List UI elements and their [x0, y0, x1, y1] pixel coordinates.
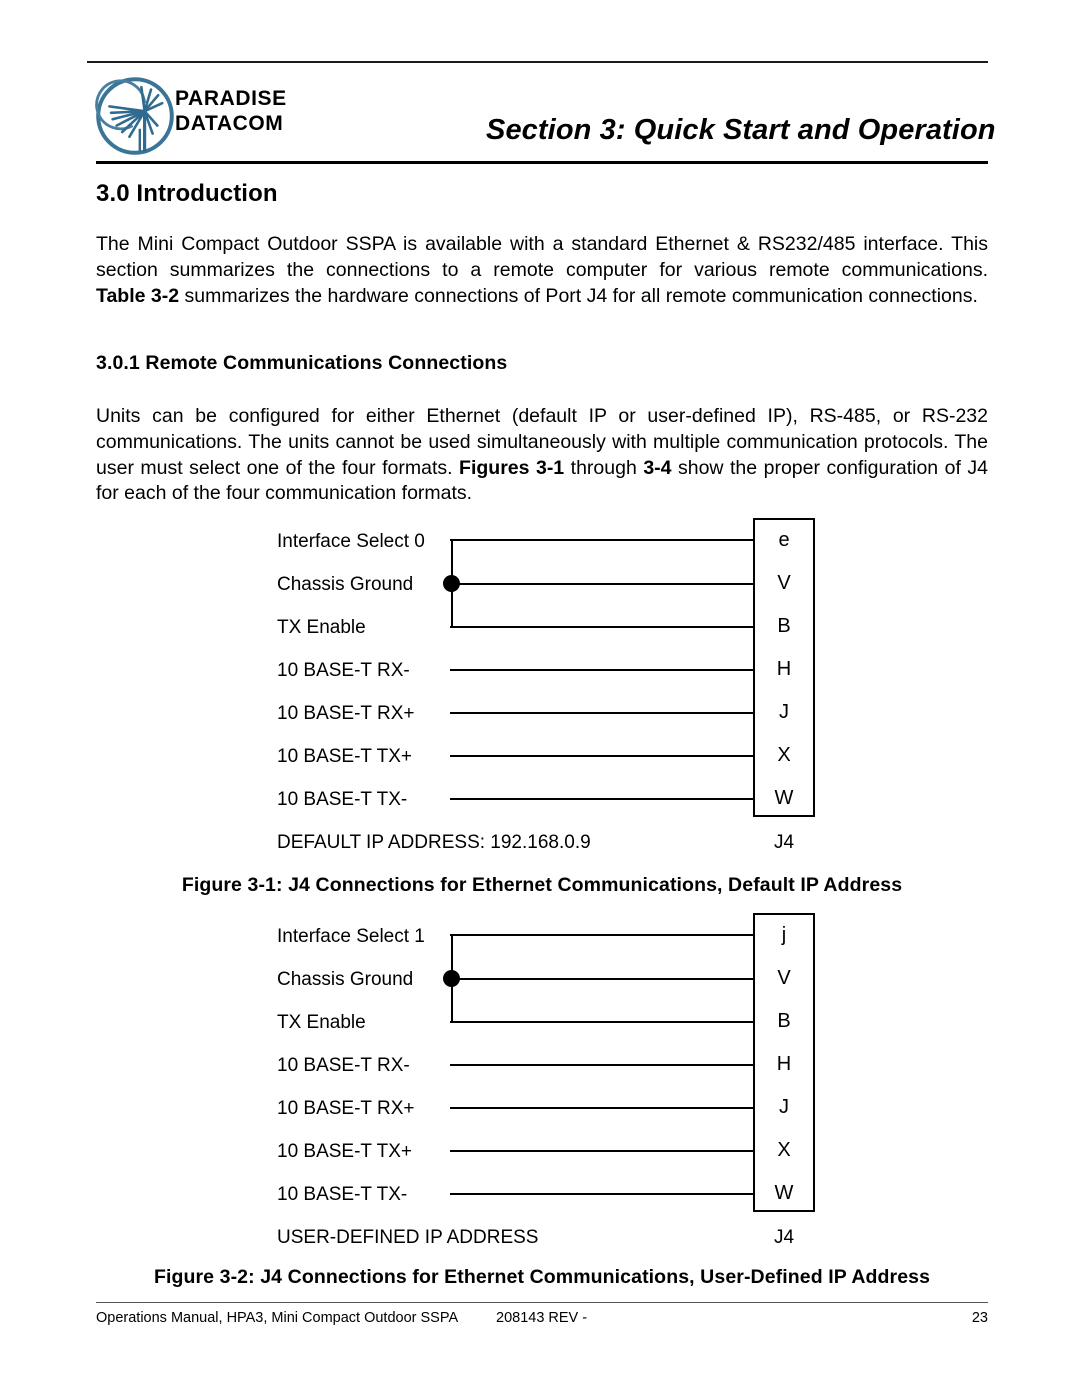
wire-pin-e	[450, 539, 755, 541]
paragraph-remote-communications: Units can be configured for either Ether…	[96, 404, 988, 507]
pin-label-3: H	[776, 1053, 792, 1075]
wire-label-0: Interface Select 1	[277, 926, 425, 947]
logo-wordmark: PARADISE DATACOM	[175, 86, 325, 136]
footer-manual-title: Operations Manual, HPA3, Mini Compact Ou…	[96, 1310, 459, 1326]
paragraph-2-bold-figure-ref-2: 3-4	[643, 456, 672, 479]
paragraph-introduction: The Mini Compact Outdoor SSPA is availab…	[96, 232, 988, 309]
user-defined-ip-address-note: USER-DEFINED IP ADDRESS	[277, 1227, 539, 1248]
wire-pin-x	[450, 1150, 755, 1152]
figure-3-1: Interface Select 0 Chassis Ground TX Ena…	[0, 518, 1080, 896]
paragraph-1-bold-table-ref: Table 3-2	[96, 284, 180, 307]
pin-label-2: B	[777, 615, 791, 637]
wire-label-2: TX Enable	[277, 617, 366, 638]
pin-label-6: W	[774, 787, 794, 809]
pin-label-4: J	[779, 701, 789, 723]
connector-name-j4: J4	[773, 1227, 795, 1248]
pin-label-5: X	[777, 1139, 791, 1161]
wire-label-0: Interface Select 0	[277, 531, 425, 552]
junction-dot	[443, 575, 460, 592]
wire-label-3: 10 BASE-T RX-	[277, 660, 410, 681]
wire-label-1: Chassis Ground	[277, 969, 414, 990]
wire-pin-w	[450, 798, 755, 800]
paragraph-1-part-1: The Mini Compact Outdoor SSPA is availab…	[96, 233, 988, 281]
figure-3-1-caption: Figure 3-1: J4 Connections for Ethernet …	[181, 874, 903, 896]
wire-label-6: 10 BASE-T TX-	[277, 1184, 408, 1205]
j4-connection-diagram-user-defined-ip: Interface Select 1 Chassis Ground TX Ena…	[0, 913, 1080, 1248]
wire-pin-j-lower	[450, 934, 755, 936]
wire-label-4: 10 BASE-T RX+	[277, 703, 415, 724]
company-logo: PARADISE DATACOM	[95, 74, 325, 156]
paradise-datacom-logo-icon	[95, 77, 174, 155]
wire-pin-v	[450, 583, 755, 585]
junction-dot	[443, 970, 460, 987]
wire-pin-b	[450, 1021, 755, 1023]
wire-pin-h	[450, 1064, 755, 1066]
wire-label-1: Chassis Ground	[277, 574, 414, 595]
j4-connection-diagram-default-ip: Interface Select 0 Chassis Ground TX Ena…	[0, 518, 1080, 853]
header-top-rule	[87, 61, 988, 63]
pin-label-0: e	[778, 529, 790, 551]
wire-label-4: 10 BASE-T RX+	[277, 1098, 415, 1119]
default-ip-address-note: DEFAULT IP ADDRESS: 192.168.0.9	[277, 832, 591, 853]
page-footer: Operations Manual, HPA3, Mini Compact Ou…	[96, 1310, 988, 1330]
wire-label-5: 10 BASE-T TX+	[277, 746, 413, 767]
heading-remote-communications-connections: 3.0.1 Remote Communications Connections	[96, 352, 508, 374]
wire-pin-j	[450, 712, 755, 714]
wire-pin-b	[450, 626, 755, 628]
footer-page-number: 23	[971, 1310, 988, 1326]
connector-name-j4: J4	[773, 832, 795, 853]
wire-label-6: 10 BASE-T TX-	[277, 789, 408, 810]
wire-pin-w	[450, 1193, 755, 1195]
wire-label-3: 10 BASE-T RX-	[277, 1055, 410, 1076]
paragraph-1-part-2: summarizes the hardware connections of P…	[179, 284, 978, 307]
pin-label-2: B	[777, 1010, 791, 1032]
logo-line-datacom: DATACOM	[175, 112, 284, 135]
wire-label-2: TX Enable	[277, 1012, 366, 1033]
wire-pin-v	[450, 978, 755, 980]
wire-pin-j	[450, 1107, 755, 1109]
pin-label-4: J	[779, 1096, 789, 1118]
pin-label-1: V	[777, 967, 791, 989]
footer-document-number: 208143 REV -	[496, 1310, 588, 1326]
pin-label-1: V	[777, 572, 791, 594]
logo-line-paradise: PARADISE	[175, 87, 287, 110]
figure-3-2: Interface Select 1 Chassis Ground TX Ena…	[0, 913, 1080, 1288]
header-bottom-rule	[96, 161, 988, 164]
figure-3-2-caption: Figure 3-2: J4 Connections for Ethernet …	[153, 1266, 931, 1288]
pin-label-5: X	[777, 744, 791, 766]
paragraph-2-bold-figure-ref-1: Figures 3-1	[459, 456, 565, 479]
wire-pin-h	[450, 669, 755, 671]
paragraph-2-part-2: through	[564, 456, 644, 479]
heading-introduction: 3.0 Introduction	[96, 180, 278, 207]
pin-label-3: H	[776, 658, 792, 680]
wire-label-5: 10 BASE-T TX+	[277, 1141, 413, 1162]
pin-label-0: j	[781, 924, 787, 946]
document-page: PARADISE DATACOM Section 3: Quick Start …	[0, 0, 1080, 1397]
section-title: Section 3: Quick Start and Operation	[486, 114, 996, 146]
pin-label-6: W	[774, 1182, 794, 1204]
wire-pin-x	[450, 755, 755, 757]
footer-rule	[96, 1302, 988, 1303]
